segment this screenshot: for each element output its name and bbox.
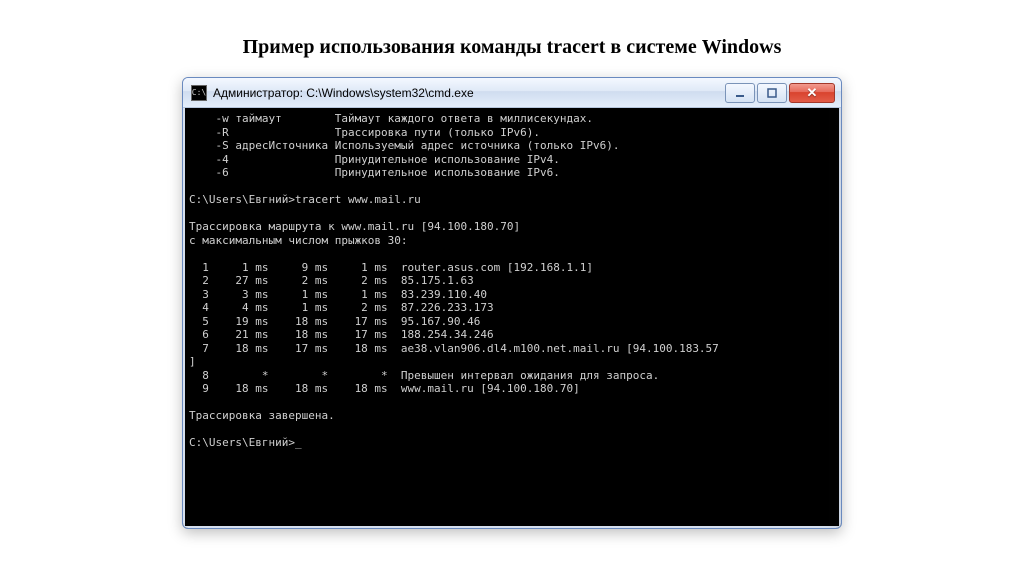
- window-controls: ✕: [723, 83, 835, 103]
- close-button[interactable]: ✕: [789, 83, 835, 103]
- cmd-window: C:\ Администратор: C:\Windows\system32\c…: [182, 77, 842, 529]
- minimize-button[interactable]: [725, 83, 755, 103]
- close-icon: ✕: [807, 85, 818, 101]
- terminal-output: -w таймаут Таймаут каждого ответа в милл…: [189, 112, 835, 450]
- cmd-icon: C:\: [191, 85, 207, 101]
- titlebar[interactable]: C:\ Администратор: C:\Windows\system32\c…: [183, 78, 841, 108]
- maximize-button[interactable]: [757, 83, 787, 103]
- terminal[interactable]: -w таймаут Таймаут каждого ответа в милл…: [183, 108, 841, 528]
- window-title: Администратор: C:\Windows\system32\cmd.e…: [213, 86, 723, 100]
- page-title: Пример использования команды tracert в с…: [0, 0, 1024, 77]
